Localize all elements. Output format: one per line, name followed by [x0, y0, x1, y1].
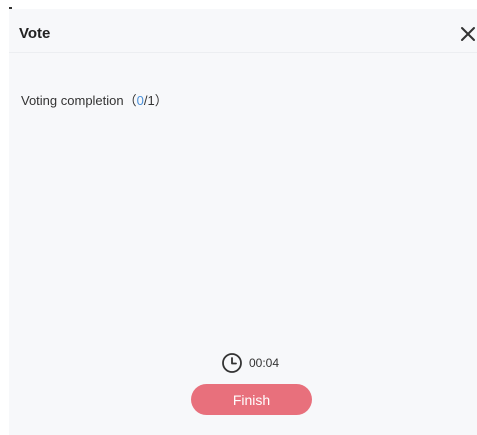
countdown-timer: 00:04 — [221, 351, 279, 375]
close-icon — [461, 27, 475, 41]
completion-close-paren: ） — [154, 93, 168, 108]
dialog-header: Vote — [9, 9, 477, 53]
dialog-title: Vote — [19, 25, 51, 42]
completion-done-count: 0 — [136, 93, 144, 108]
clock-icon — [222, 353, 242, 373]
vote-dialog: Vote Voting completion（0/1） 00:04 Finish — [9, 9, 477, 435]
close-button[interactable] — [459, 25, 477, 43]
completion-total-count: 1 — [147, 93, 155, 108]
completion-open-paren: （ — [123, 93, 137, 108]
finish-button[interactable]: Finish — [191, 384, 312, 415]
completion-label: Voting completion — [21, 93, 124, 108]
voting-completion-text: Voting completion（0/1） — [21, 93, 168, 109]
timer-value: 00:04 — [249, 356, 280, 370]
